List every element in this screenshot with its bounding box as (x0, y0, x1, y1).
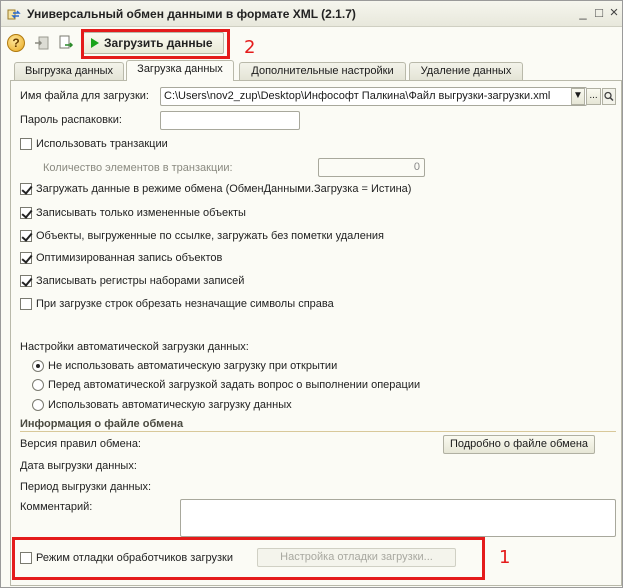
file-dropdown-button[interactable]: ▼ (571, 88, 585, 105)
tx-count-label: Количество элементов в транзакции: (43, 162, 233, 174)
export-icon[interactable] (57, 34, 75, 52)
trim-strings-checkbox[interactable] (20, 298, 32, 310)
search-icon[interactable] (602, 88, 616, 105)
changed-only-label: Записывать только измененные объекты (36, 207, 246, 219)
window-title: Универсальный обмен данными в формате XM… (27, 7, 356, 21)
register-sets-label: Записывать регистры наборами записей (36, 275, 245, 287)
auto-load-ask-label: Перед автоматической загрузкой задать во… (48, 379, 421, 391)
no-deletion-mark-checkbox[interactable] (20, 230, 32, 242)
auto-load-none-label: Не использовать автоматическую загрузку … (48, 360, 338, 372)
optimized-write-label: Оптимизированная запись объектов (36, 252, 223, 264)
tab-additional-settings[interactable]: Дополнительные настройки (239, 62, 406, 80)
info-section-title: Информация о файле обмена (20, 418, 184, 430)
exchange-icon (7, 9, 21, 20)
help-icon[interactable]: ? (7, 34, 25, 52)
changed-only-checkbox[interactable] (20, 207, 32, 219)
use-transactions-checkbox[interactable] (20, 138, 32, 150)
auto-load-none-radio[interactable] (32, 360, 44, 372)
optimized-write-checkbox[interactable] (20, 252, 32, 264)
exchange-mode-label: Загружать данные в режиме обмена (ОбменД… (36, 183, 412, 195)
info-section-divider (20, 431, 616, 432)
password-input[interactable] (160, 111, 300, 130)
tab-import[interactable]: Загрузка данных (126, 60, 234, 81)
title-bar: Универсальный обмен данными в формате XM… (1, 1, 622, 27)
minimize-button[interactable]: _ (576, 6, 590, 20)
file-name-label: Имя файла для загрузки: (20, 90, 149, 102)
file-name-input[interactable]: C:\Users\nov2_zup\Desktop\Инфософт Палки… (160, 87, 587, 106)
annotation-label-bottom: 1 (499, 547, 511, 568)
comment-textarea[interactable] (180, 499, 616, 537)
no-deletion-mark-label: Объекты, выгруженные по ссылке, загружат… (36, 230, 385, 242)
password-label: Пароль распаковки: (20, 114, 122, 126)
annotation-box-bottom (12, 537, 485, 580)
file-details-button[interactable]: Подробно о файле обмена (443, 435, 595, 454)
exchange-mode-checkbox[interactable] (20, 183, 32, 195)
auto-load-ask-radio[interactable] (32, 379, 44, 391)
register-sets-checkbox[interactable] (20, 275, 32, 287)
import-icon[interactable] (33, 34, 51, 52)
main-window: Универсальный обмен данными в формате XM… (0, 0, 623, 588)
annotation-label-top: 2 (244, 37, 256, 58)
file-browse-button[interactable]: ... (586, 88, 601, 105)
tab-export[interactable]: Выгрузка данных (14, 62, 124, 80)
export-period-label: Период выгрузки данных: (20, 481, 152, 493)
use-transactions-label: Использовать транзакции (36, 138, 168, 150)
auto-load-use-radio[interactable] (32, 399, 44, 411)
maximize-button[interactable]: □ (592, 6, 606, 20)
tx-count-input[interactable]: 0 (318, 158, 425, 177)
auto-load-label: Настройки автоматической загрузки данных… (20, 341, 249, 353)
close-button[interactable]: × (607, 5, 621, 20)
trim-strings-label: При загрузке строк обрезать незначащие с… (36, 298, 334, 310)
comment-label: Комментарий: (20, 501, 93, 513)
rules-version-label: Версия правил обмена: (20, 438, 141, 450)
export-date-label: Дата выгрузки данных: (20, 460, 137, 472)
annotation-box-top (81, 29, 230, 59)
tab-delete-data[interactable]: Удаление данных (409, 62, 523, 80)
auto-load-use-label: Использовать автоматическую загрузку дан… (48, 399, 292, 411)
